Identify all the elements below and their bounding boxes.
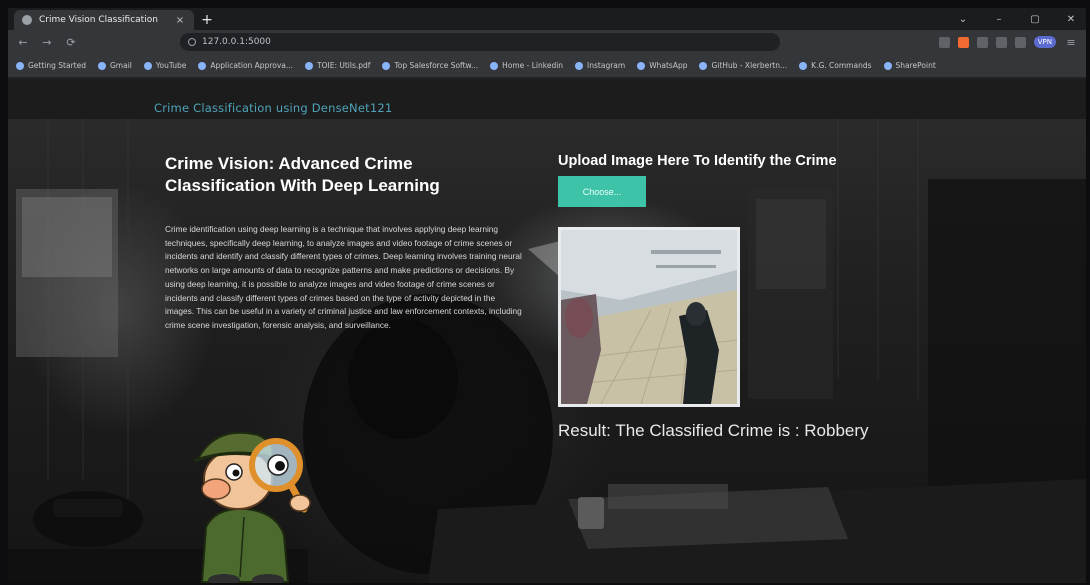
bookmark-icon: [575, 61, 584, 70]
sidebar-icon[interactable]: [995, 36, 1007, 48]
detective-mascot-image: [193, 431, 311, 583]
description-text: Crime identification using deep learning…: [165, 224, 522, 330]
vpn-button[interactable]: VPN: [1033, 36, 1056, 48]
bookmark-item[interactable]: WhatsApp: [637, 61, 687, 70]
bookmark-icon: [699, 61, 708, 70]
upload-title: Upload Image Here To Identify the Crime: [558, 153, 837, 169]
chevron-down-icon[interactable]: ⌄: [954, 14, 972, 25]
new-tab-button[interactable]: +: [198, 11, 216, 29]
bookmark-item[interactable]: YouTube: [143, 61, 186, 70]
bookmark-icon: [16, 61, 24, 70]
maximize-button[interactable]: ▢: [1026, 14, 1044, 25]
bookmark-icon: [98, 61, 106, 70]
bookmark-icon: [305, 61, 314, 70]
bookmark-icon: [637, 61, 646, 70]
bookmark-item[interactable]: Instagram: [575, 61, 625, 70]
extension-icon[interactable]: [976, 36, 988, 48]
reload-button[interactable]: ⟳: [64, 36, 78, 49]
back-button[interactable]: ←: [16, 36, 30, 49]
globe-icon: [22, 15, 32, 25]
address-toolbar: ← → ⟳ 127.0.0.1:5000 VPN ≡: [8, 30, 1086, 54]
minimize-button[interactable]: –: [990, 14, 1008, 25]
bookmark-icon: [143, 61, 152, 70]
site-info-icon[interactable]: [188, 38, 196, 46]
choose-file-button[interactable]: Choose...: [558, 176, 646, 207]
bookmark-icon: [883, 61, 892, 70]
bookmark-item[interactable]: Top Salesforce Softw...: [382, 61, 478, 70]
bookmark-item[interactable]: GitHub - Xlerbertn...: [699, 61, 787, 70]
tab-strip: Crime Vision Classification × + ⌄ – ▢ ✕: [8, 8, 1086, 30]
close-window-button[interactable]: ✕: [1062, 14, 1080, 25]
wallet-icon[interactable]: [1014, 36, 1026, 48]
navbar: Crime Classification using DenseNet121: [8, 79, 1086, 119]
url-text: 127.0.0.1:5000: [202, 37, 271, 47]
page-title: Crime Vision: Advanced Crime Classificat…: [165, 154, 440, 195]
bookmark-item[interactable]: Gmail: [98, 61, 132, 70]
browser-tab[interactable]: Crime Vision Classification ×: [14, 10, 194, 30]
window-controls: ⌄ – ▢ ✕: [954, 8, 1080, 30]
bookmark-item[interactable]: Home - Linkedin: [490, 61, 563, 70]
bookmark-icon: [799, 61, 808, 70]
bookmark-icon: [382, 61, 391, 70]
extensions-area: VPN ≡: [938, 36, 1078, 49]
close-tab-icon[interactable]: ×: [174, 15, 186, 26]
address-bar[interactable]: 127.0.0.1:5000: [180, 33, 780, 51]
bookmark-item[interactable]: TOIE: Utils.pdf: [305, 61, 370, 70]
cctv-frame-image: [561, 230, 737, 404]
tab-title: Crime Vision Classification: [39, 15, 158, 25]
bookmark-item[interactable]: K.G. Commands: [799, 61, 872, 70]
menu-icon[interactable]: ≡: [1064, 36, 1078, 49]
brave-shields-icon[interactable]: [957, 36, 969, 48]
bookmark-icon: [490, 61, 499, 70]
bookmark-item[interactable]: Getting Started: [16, 61, 86, 70]
forward-button[interactable]: →: [40, 36, 54, 49]
uploaded-image-preview: [558, 227, 740, 407]
bookmark-icon: [198, 61, 207, 70]
bookmark-item[interactable]: Application Approva...: [198, 61, 293, 70]
browser-window: Crime Vision Classification × + ⌄ – ▢ ✕ …: [8, 8, 1086, 583]
navbar-brand[interactable]: Crime Classification using DenseNet121: [154, 101, 392, 115]
classification-result: Result: The Classified Crime is : Robber…: [558, 421, 869, 440]
bookmark-item[interactable]: SharePoint: [883, 61, 936, 70]
web-page: Crime Classification using DenseNet121 C…: [8, 79, 1086, 583]
share-icon[interactable]: [938, 36, 950, 48]
bookmarks-bar: Getting Started Gmail YouTube Applicatio…: [8, 54, 1086, 78]
